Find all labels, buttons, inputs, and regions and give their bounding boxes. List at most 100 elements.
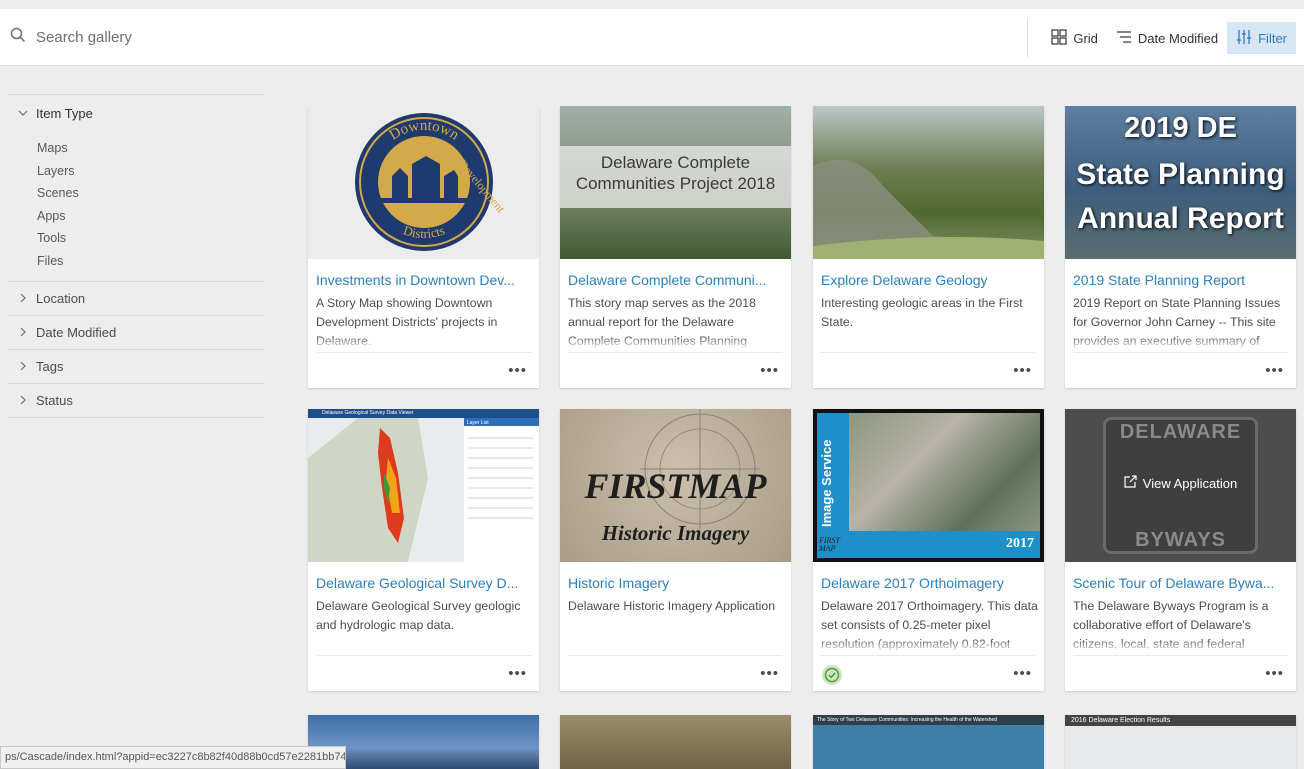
- item-type-maps[interactable]: Maps: [37, 137, 264, 160]
- more-icon[interactable]: •••: [508, 665, 527, 682]
- card-description: A Story Map showing Downtown Development…: [316, 294, 534, 350]
- sort-label: Date Modified: [1137, 30, 1219, 46]
- filter-button[interactable]: Filter: [1227, 22, 1296, 54]
- gallery-card-partial[interactable]: The Story of Two Delaware Communities: I…: [813, 715, 1044, 769]
- chevron-right-icon: [18, 359, 28, 374]
- filter-section-date-modified: Date Modified: [8, 314, 264, 349]
- item-type-layers[interactable]: Layers: [37, 160, 264, 183]
- card-title[interactable]: Delaware Geological Survey D...: [316, 575, 532, 591]
- thumbnail-text: Delaware Complete Communities Project 20…: [560, 152, 791, 194]
- gallery-card-partial[interactable]: [560, 715, 791, 769]
- gallery-card[interactable]: Delaware Complete Communities Project 20…: [560, 106, 791, 388]
- tags-header[interactable]: Tags: [8, 350, 264, 383]
- card-title[interactable]: 2019 State Planning Report: [1073, 272, 1289, 288]
- card-description: The Delaware Byways Program is a collabo…: [1073, 597, 1291, 653]
- status-label: Status: [36, 392, 73, 408]
- firstmap-logo: FIRST MAP: [819, 536, 840, 553]
- image-service-label: Image Service: [819, 439, 834, 527]
- card-divider: [316, 352, 531, 353]
- grid-icon: [1051, 28, 1067, 48]
- card-title[interactable]: Scenic Tour of Delaware Bywa...: [1073, 575, 1289, 591]
- filter-label: Filter: [1258, 30, 1287, 46]
- map-preview: Layer List: [308, 418, 539, 562]
- card-title[interactable]: Delaware Complete Communi...: [568, 272, 784, 288]
- card-title[interactable]: Explore Delaware Geology: [821, 272, 1037, 288]
- byways-sign-top: DELAWARE: [1119, 421, 1242, 443]
- more-icon[interactable]: •••: [1013, 362, 1032, 379]
- card-divider: [1073, 352, 1288, 353]
- item-type-scenes[interactable]: Scenes: [37, 182, 264, 205]
- date-modified-header[interactable]: Date Modified: [8, 316, 264, 349]
- card-thumbnail[interactable]: [813, 106, 1044, 259]
- card-description: This story map serves as the 2018 annual…: [568, 294, 786, 350]
- chevron-right-icon: [18, 325, 28, 340]
- filter-icon: [1236, 29, 1252, 48]
- item-type-files[interactable]: Files: [37, 250, 264, 273]
- gallery-header: Grid Date Modified Filter: [0, 0, 1304, 66]
- more-icon[interactable]: •••: [508, 362, 527, 379]
- more-icon[interactable]: •••: [1265, 362, 1284, 379]
- partial-card-header: The Story of Two Delaware Communities: I…: [813, 715, 1044, 725]
- card-thumbnail[interactable]: Downtown Districts Development: [308, 106, 539, 259]
- status-header[interactable]: Status: [8, 384, 264, 417]
- grid-view-label: Grid: [1073, 30, 1098, 46]
- gallery-card[interactable]: 2019 DE State Planning Annual Report 201…: [1065, 106, 1296, 388]
- more-icon[interactable]: •••: [760, 362, 779, 379]
- toolbar: Grid Date Modified Filter: [1027, 19, 1296, 57]
- gallery-card[interactable]: Explore Delaware Geology Interesting geo…: [813, 106, 1044, 388]
- card-divider: [568, 352, 783, 353]
- item-type-apps[interactable]: Apps: [37, 205, 264, 228]
- chevron-right-icon: [18, 291, 28, 306]
- card-title[interactable]: Delaware 2017 Orthoimagery: [821, 575, 1037, 591]
- item-type-header[interactable]: Item Type: [8, 95, 264, 131]
- geology-photo: [813, 159, 1044, 259]
- layer-list-title: Layer List: [467, 420, 489, 426]
- card-title[interactable]: Historic Imagery: [568, 575, 784, 591]
- status-bar-url: ps/Cascade/index.html?appid=ec3227c8b82f…: [0, 746, 346, 769]
- year-label: 2017: [1006, 536, 1034, 551]
- card-thumbnail[interactable]: Delaware Geological Survey Data Viewer L…: [308, 409, 539, 562]
- search-bar: [10, 27, 336, 48]
- sort-button[interactable]: Date Modified: [1107, 22, 1227, 54]
- item-type-tools[interactable]: Tools: [37, 227, 264, 250]
- card-divider: [568, 655, 783, 656]
- gallery-card[interactable]: FIRSTMAP Historic Imagery Historic Image…: [560, 409, 791, 691]
- view-application-overlay[interactable]: View Application: [1065, 475, 1296, 491]
- card-thumbnail[interactable]: FIRSTMAP Historic Imagery: [560, 409, 791, 562]
- gallery-card[interactable]: Downtown Districts Development Investmen…: [308, 106, 539, 388]
- thumbnail-line-2: Communities Project 2018: [575, 174, 776, 193]
- filter-section-tags: Tags: [8, 348, 264, 383]
- gallery-card[interactable]: DELAWARE BYWAYS View Application Scenic …: [1065, 409, 1296, 691]
- card-title[interactable]: Investments in Downtown Dev...: [316, 272, 532, 288]
- grid-view-button[interactable]: Grid: [1042, 22, 1107, 54]
- gallery-card[interactable]: Delaware Geological Survey Data Viewer L…: [308, 409, 539, 691]
- thumbnail-line-1: Delaware Complete: [600, 153, 751, 172]
- tags-label: Tags: [36, 358, 64, 374]
- card-thumbnail[interactable]: DELAWARE BYWAYS View Application: [1065, 409, 1296, 562]
- more-icon[interactable]: •••: [1013, 665, 1032, 682]
- location-header[interactable]: Location: [8, 282, 264, 315]
- firstmap-title: FIRSTMAP: [584, 466, 767, 506]
- filter-section-location: Location: [8, 280, 264, 315]
- card-divider: [316, 655, 531, 656]
- check-circle-icon: [821, 664, 843, 691]
- card-thumbnail[interactable]: 2019 DE State Planning Annual Report: [1065, 106, 1296, 259]
- card-thumbnail[interactable]: Image Service 2017 FIRST MAP: [813, 409, 1044, 562]
- more-icon[interactable]: •••: [760, 665, 779, 682]
- partial-card-header: 2016 Delaware Election Results: [1065, 715, 1296, 726]
- more-icon[interactable]: •••: [1265, 665, 1284, 682]
- search-input[interactable]: [36, 29, 336, 46]
- historic-imagery-subtitle: Historic Imagery: [601, 521, 750, 545]
- item-type-label: Item Type: [36, 105, 93, 121]
- gallery-card-partial[interactable]: 2016 Delaware Election Results: [1065, 715, 1296, 769]
- card-description: Delaware 2017 Orthoimagery. This data se…: [821, 599, 1039, 653]
- card-thumbnail[interactable]: Delaware Complete Communities Project 20…: [560, 106, 791, 259]
- filter-section-status: Status: [8, 382, 264, 418]
- chevron-right-icon: [18, 393, 28, 408]
- search-icon: [10, 27, 26, 48]
- gallery-card[interactable]: Image Service 2017 FIRST MAP Delaware 20…: [813, 409, 1044, 691]
- item-type-list: Maps Layers Scenes Apps Tools Files: [8, 131, 264, 281]
- sort-icon: [1116, 30, 1132, 47]
- card-description: 2019 Report on State Planning Issues for…: [1073, 294, 1291, 350]
- downtown-development-logo: Downtown Districts Development: [355, 113, 508, 251]
